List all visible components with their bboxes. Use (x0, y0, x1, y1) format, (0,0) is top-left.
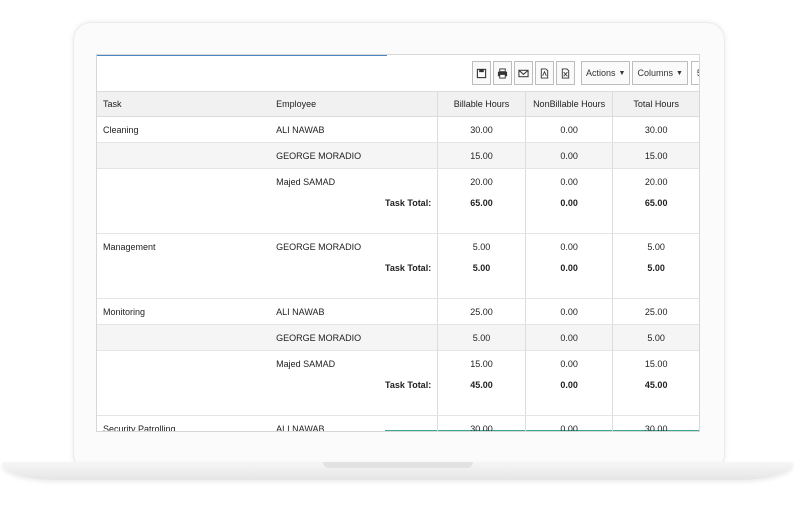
table-row: GEORGE MORADIO 15.00 0.00 15.00 (97, 142, 699, 169)
total-cell: 30.00 (612, 415, 699, 431)
nonbillable-total: 0.00 (524, 259, 613, 288)
actions-dropdown[interactable]: Actions ▼ (581, 61, 631, 85)
nonbillable-cell: 0.00 (524, 142, 613, 169)
nonbillable-cell: 0.00 (524, 415, 613, 431)
billable-cell: 20.00 (437, 168, 526, 194)
total-cell: 5.00 (612, 324, 699, 351)
total-cell: 30.00 (612, 116, 699, 143)
col-header-nonbillable[interactable]: NonBillable Hours (524, 91, 613, 117)
billable-cell: 30.00 (437, 116, 526, 143)
billable-cell: 25.00 (437, 298, 526, 325)
table-row: Majed SAMAD 20.00 0.00 20.00 (97, 168, 699, 194)
hours-total: 65.00 (612, 194, 699, 223)
total-cell: 25.00 (612, 298, 699, 325)
table-header-row: Task Employee Billable Hours NonBillable… (97, 91, 699, 117)
hours-total: 5.00 (612, 259, 699, 288)
task-total-row: Task Total: 65.00 0.00 65.00 (97, 194, 699, 223)
billable-cell: 15.00 (437, 142, 526, 169)
excel-button[interactable] (556, 61, 575, 85)
laptop-notch (323, 462, 473, 468)
nonbillable-total: 0.00 (524, 376, 613, 405)
table-row: Management GEORGE MORADIO 5.00 0.00 5.00 (97, 233, 699, 259)
table-row: Monitoring ALI NAWAB 25.00 0.00 25.00 (97, 298, 699, 325)
billable-total: 45.00 (437, 376, 526, 405)
print-icon (497, 67, 508, 79)
employee-cell: ALI NAWAB (270, 116, 438, 143)
nonbillable-cell: 0.00 (524, 298, 613, 325)
nonbillable-total: 0.00 (524, 194, 613, 223)
table-row: GEORGE MORADIO 5.00 0.00 5.00 (97, 324, 699, 351)
task-cell: Management (103, 241, 156, 252)
billable-total: 5.00 (437, 259, 526, 288)
employee-cell: GEORGE MORADIO (276, 241, 362, 252)
task-cell: Monitoring (97, 298, 271, 325)
employee-cell: Majed SAMAD (276, 176, 336, 187)
col-header-task[interactable]: Task (97, 91, 271, 117)
employee-cell: Majed SAMAD (276, 358, 336, 369)
task-total-label: Task Total: (385, 198, 432, 208)
columns-dropdown[interactable]: Columns ▼ (632, 61, 688, 85)
nonbillable-cell: 0.00 (524, 324, 613, 351)
task-total-label: Task Total: (385, 380, 432, 390)
task-cell: Cleaning (97, 116, 271, 143)
report-panel: Actions▼ Columns▼ 50 ▼ Task Employee Bil… (96, 54, 700, 432)
save-icon (476, 68, 487, 78)
page-size-select[interactable]: 50 ▼ (690, 61, 699, 85)
hours-total: 45.00 (612, 376, 699, 405)
billable-cell: 30.00 (437, 415, 526, 431)
task-cell: Security Patrolling (97, 415, 271, 431)
employee-cell: ALI NAWAB (270, 415, 438, 431)
task-total-row: Task Total: 5.00 0.00 5.00 (97, 259, 699, 288)
billable-total: 65.00 (437, 194, 526, 223)
excel-icon (561, 67, 570, 79)
employee-cell: GEORGE MORADIO (270, 324, 438, 351)
columns-label: Columns (637, 68, 673, 78)
table-row: Cleaning ALI NAWAB 30.00 0.00 30.00 (97, 116, 699, 143)
nonbillable-cell: 0.00 (524, 168, 613, 194)
page-size-value: 50 (692, 68, 699, 78)
billable-cell: 5.00 (437, 233, 526, 259)
save-button[interactable] (472, 61, 491, 85)
nonbillable-cell: 0.00 (524, 350, 613, 376)
table-row: Majed SAMAD 15.00 0.00 15.00 (97, 350, 699, 376)
col-header-total[interactable]: Total Hours (612, 91, 699, 117)
nonbillable-cell: 0.00 (524, 233, 613, 259)
email-icon (518, 69, 529, 77)
total-cell: 5.00 (612, 233, 699, 259)
total-cell: 20.00 (612, 168, 699, 194)
nonbillable-cell: 0.00 (524, 116, 613, 143)
pdf-icon (540, 67, 549, 79)
total-cell: 15.00 (612, 350, 699, 376)
billable-cell: 15.00 (437, 350, 526, 376)
employee-cell: GEORGE MORADIO (270, 142, 438, 169)
employee-cell: ALI NAWAB (270, 298, 438, 325)
task-total-row: Task Total: 45.00 0.00 45.00 (97, 376, 699, 405)
table-row: Security Patrolling ALI NAWAB 30.00 0.00… (97, 415, 699, 431)
task-total-label: Task Total: (385, 263, 432, 273)
print-button[interactable] (493, 61, 512, 85)
report-toolbar: Actions▼ Columns▼ 50 ▼ (472, 61, 699, 85)
col-header-employee[interactable]: Employee (270, 91, 438, 117)
pdf-button[interactable] (535, 61, 554, 85)
actions-label: Actions (586, 68, 616, 78)
caret-down-icon: ▼ (675, 69, 683, 77)
billable-cell: 5.00 (437, 324, 526, 351)
task-hours-table: Task Employee Billable Hours NonBillable… (97, 91, 699, 431)
col-header-billable[interactable]: Billable Hours (437, 91, 526, 117)
total-cell: 15.00 (612, 142, 699, 169)
email-button[interactable] (514, 61, 533, 85)
caret-down-icon: ▼ (618, 69, 626, 77)
